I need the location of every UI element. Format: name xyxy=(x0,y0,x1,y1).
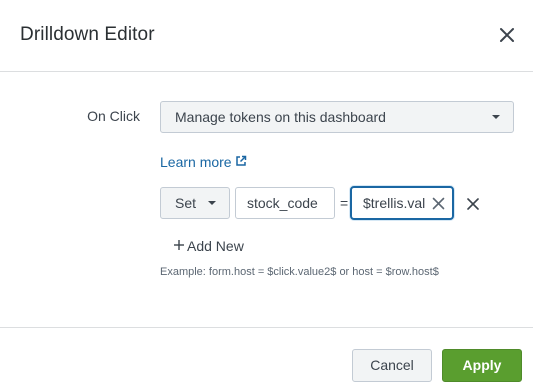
token-action-label: Set xyxy=(175,195,197,211)
drilldown-editor-dialog: Drilldown Editor On Click Manage tokens … xyxy=(0,0,533,392)
token-name-value: stock_code xyxy=(247,195,318,211)
example-help-text: Example: form.host = $click.value2$ or h… xyxy=(160,266,439,278)
learn-more-label: Learn more xyxy=(160,154,232,170)
dialog-title: Drilldown Editor xyxy=(20,24,155,45)
add-new-label: Add New xyxy=(187,238,244,254)
cancel-button[interactable]: Cancel xyxy=(352,349,432,382)
remove-icon[interactable] xyxy=(467,197,479,210)
learn-more-link[interactable]: Learn more xyxy=(160,154,247,170)
on-click-selected-value: Manage tokens on this dashboard xyxy=(175,109,386,125)
token-action-dropdown[interactable]: Set xyxy=(160,187,230,219)
caret-down-icon xyxy=(492,115,500,119)
add-new-button[interactable]: Add New xyxy=(173,238,244,254)
plus-icon xyxy=(173,238,185,254)
dialog-header: Drilldown Editor xyxy=(0,0,533,72)
external-link-icon xyxy=(235,154,247,170)
token-value-input[interactable]: $trellis.val xyxy=(350,186,454,220)
equals-sign: = xyxy=(340,195,349,211)
close-icon[interactable] xyxy=(498,26,516,44)
token-value-text: $trellis.val xyxy=(363,195,426,211)
apply-button[interactable]: Apply xyxy=(442,349,522,382)
clear-icon[interactable] xyxy=(432,197,445,210)
on-click-label: On Click xyxy=(87,108,140,124)
caret-down-icon xyxy=(208,201,216,205)
token-name-input[interactable]: stock_code xyxy=(235,187,335,219)
on-click-select[interactable]: Manage tokens on this dashboard xyxy=(160,101,514,133)
